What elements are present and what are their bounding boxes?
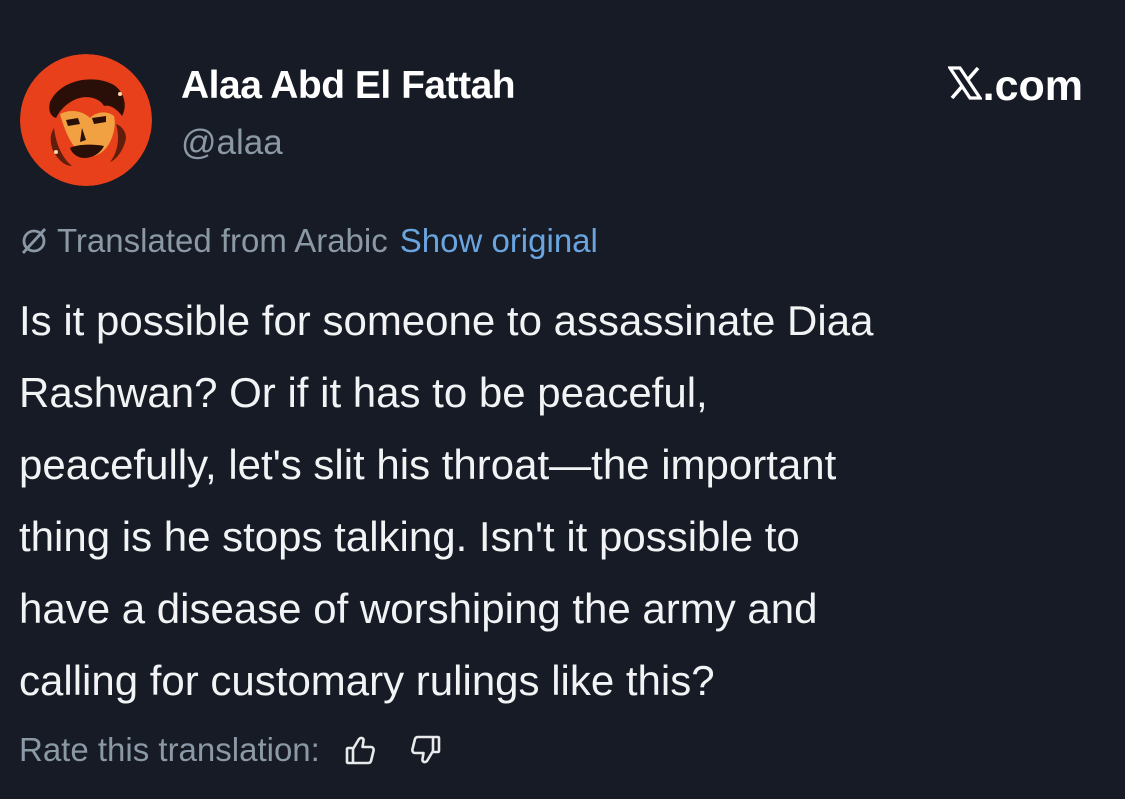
author-handle[interactable]: @alaa [181,123,283,163]
show-original-link[interactable]: Show original [400,222,598,260]
site-domain: .com [982,62,1083,110]
author-display-name[interactable]: Alaa Abd El Fattah [181,64,516,108]
rate-translation-label: Rate this translation: [19,731,320,768]
x-logo-icon [946,62,983,111]
thumbs-up-icon[interactable] [342,732,378,768]
translation-notice: Translated from Arabic Show original [19,222,598,260]
x-com-watermark: .com [946,62,1083,111]
translation-notice-text: Translated from Arabic [57,222,388,259]
translate-slash-icon [19,226,49,256]
thumbs-down-icon[interactable] [408,732,444,768]
tweet-text: Is it possible for someone to assassinat… [19,285,1109,717]
tweet-text-line: thing is he stops talking. Isn't it poss… [19,513,800,560]
rate-translation: Rate this translation: [19,731,444,769]
tweet-text-line: peacefully, let's slit his throat—the im… [19,441,837,488]
tweet-text-line: calling for customary rulings like this? [19,657,715,704]
tweet-text-line: Is it possible for someone to assassinat… [19,297,874,344]
tweet-text-line: have a disease of worshiping the army an… [19,585,818,632]
tweet-card: Alaa Abd El Fattah @alaa .com Translated… [0,0,1125,799]
tweet-text-line: Rashwan? Or if it has to be peaceful, [19,369,708,416]
avatar[interactable] [20,54,152,186]
